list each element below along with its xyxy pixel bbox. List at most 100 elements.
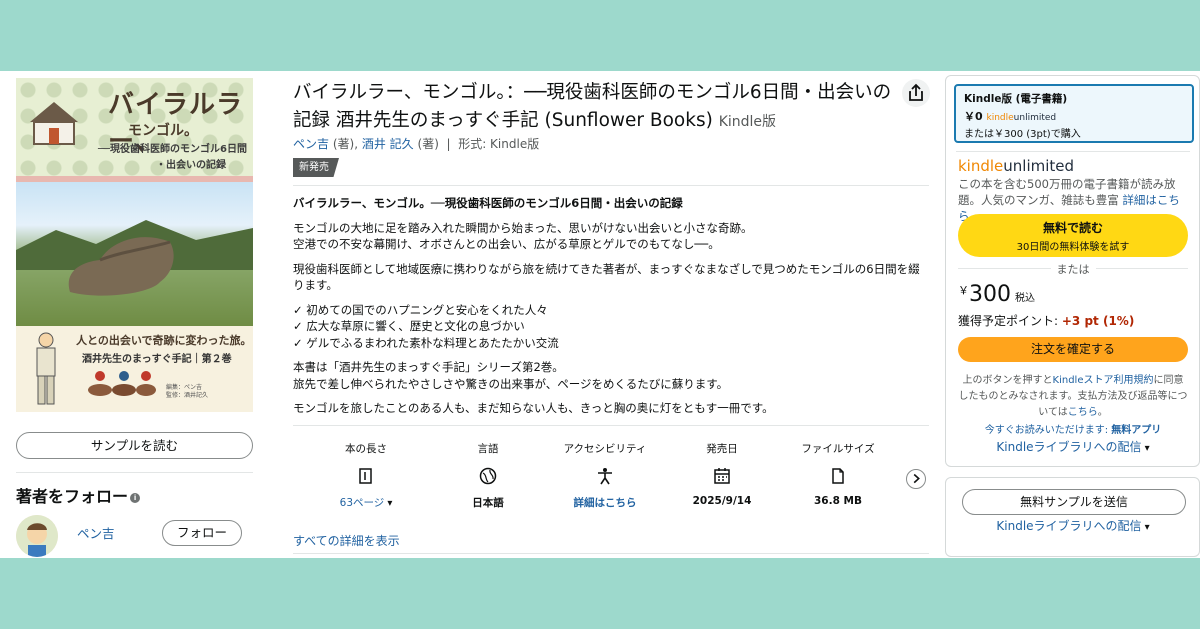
- read-sample-button[interactable]: サンプルを読む: [16, 432, 253, 459]
- author-link-1[interactable]: ペン吉: [293, 137, 329, 151]
- description-paragraph: 本書は「酒井先生のまっすぐ手記」シリーズ第2巻。 旅先で差し伸べられたやさしさや驚…: [293, 359, 929, 392]
- description-line: 本書は「酒井先生のまっすぐ手記」シリーズ第2巻。: [293, 360, 564, 374]
- divider: [293, 553, 929, 554]
- kindle-unlimited-logo: kindleunlimited: [958, 157, 1074, 175]
- ku-kindle-text: kindle: [986, 113, 1014, 123]
- follow-author-heading: 著者をフォロー i: [16, 483, 141, 507]
- spec-label: アクセシビリティ: [563, 443, 647, 455]
- spec-label: 言語: [477, 443, 499, 455]
- spec-label: 本の長さ: [345, 443, 387, 455]
- confirm-order-button[interactable]: 注文を確定する: [958, 337, 1188, 362]
- spec-value: 63ページ: [339, 497, 385, 509]
- cover-footer: 人との出会いで奇跡に変わった旅。 酒井先生のまっすぐ手記｜第２巻 編集：ペン吉 …: [16, 326, 253, 412]
- cover-subtitle-2: ・出会いの記録: [156, 160, 226, 171]
- free-app-notice: 今すぐお読みいただけます: 無料アプリ: [958, 421, 1188, 436]
- cover-photo: [16, 182, 253, 326]
- accessibility-icon: [598, 468, 612, 485]
- description-paragraph: モンゴルを旅したことのある人も、まだ知らない人も、きっと胸の奥に灯をともす一冊で…: [293, 401, 774, 415]
- terms-text: 。: [1097, 407, 1108, 418]
- share-button[interactable]: [902, 79, 930, 107]
- chevron-down-icon: ▾: [1144, 522, 1150, 533]
- product-page: バイラルラー、 モンゴル。 ──現役歯科医師のモンゴル6日間 ・出会いの記録 人…: [0, 71, 1200, 558]
- accessibility-details-link[interactable]: 詳細はこちら: [550, 495, 660, 510]
- description-heading: バイラルラー、モンゴル。──現役歯科医師のモンゴル6日間・出会いの記録: [293, 196, 683, 210]
- book-length-icon: [359, 468, 372, 484]
- divider: [293, 185, 929, 186]
- book-cover-image[interactable]: バイラルラー、 モンゴル。 ──現役歯科医師のモンゴル6日間 ・出会いの記録 人…: [16, 78, 253, 412]
- price-value: 300: [969, 282, 1011, 307]
- share-icon: [909, 83, 923, 101]
- ku-unlimited-text: unlimited: [1003, 157, 1075, 175]
- product-specs: 本の長さ 63ページ ▾ 言語 日本語 アクセシビリティ 詳細はこちら 発売日 2…: [293, 441, 903, 511]
- price-currency: ￥: [958, 284, 969, 297]
- spec-value: 36.8 MB: [813, 495, 862, 507]
- product-format-suffix: Kindle版: [718, 114, 777, 130]
- deliver-sample-dropdown[interactable]: Kindleライブラリへの配信 ▾: [958, 517, 1188, 534]
- free-app-text: 今すぐお読みいただけます:: [984, 425, 1109, 436]
- terms-notice: 上のボタンを押すとKindleストア利用規約に同意したものとみなされます。支払方…: [958, 373, 1188, 421]
- deliver-to-library-dropdown[interactable]: Kindleライブラリへの配信 ▾: [958, 438, 1188, 455]
- spec-file-size: ファイルサイズ 36.8 MB: [783, 441, 893, 507]
- terms-text: 上のボタンを押すと: [962, 375, 1053, 386]
- bullet-item: ✓ 広大な草原に響く、歴史と文化の息づかい: [293, 319, 525, 333]
- follow-button[interactable]: フォロー: [162, 520, 242, 546]
- format-option-kindle[interactable]: Kindle版 (電子書籍) ￥0 kindleunlimited または￥30…: [954, 84, 1194, 143]
- author-name-link[interactable]: ペン吉: [77, 523, 115, 542]
- ku-kindle-text: kindle: [958, 157, 1004, 175]
- product-title: バイラルラー、モンゴル。：──現役歯科医師のモンゴル6日間・出会いの記録 酒井先…: [293, 79, 893, 136]
- author-link-2[interactable]: 酒井 記久: [362, 137, 414, 151]
- description-bullets: ✓ 初めての国でのハプニングと安心をくれた人々 ✓ 広大な草原に響く、歴史と文化…: [293, 302, 929, 352]
- book-length-value[interactable]: 63ページ ▾: [311, 495, 421, 510]
- format-option-title: Kindle版 (電子書籍): [964, 93, 1068, 105]
- bullet-item: ✓ 初めての国でのハプニングと安心をくれた人々: [293, 302, 548, 317]
- divider: [293, 425, 929, 426]
- chevron-down-icon: ▾: [387, 498, 393, 509]
- cover-supervisor: 監修：酒井記久: [166, 392, 209, 399]
- deliver-label: Kindleライブラリへの配信: [996, 440, 1142, 454]
- description-line: モンゴルの大地に足を踏み入れた瞬間から始まった、思いがけない出会いと小さな奇跡。: [293, 220, 753, 235]
- points-value: +3 pt (1%): [1061, 314, 1135, 328]
- author-role-2: (著): [417, 137, 439, 151]
- file-icon: [832, 468, 844, 484]
- chevron-right-icon: [913, 473, 920, 484]
- payment-returns-link[interactable]: こちら: [1068, 407, 1098, 418]
- ku-unlimited-text: unlimited: [1013, 113, 1057, 123]
- follow-author-label: 著者をフォロー: [16, 487, 129, 506]
- spec-book-length: 本の長さ 63ページ ▾: [311, 441, 421, 510]
- divider: [16, 472, 253, 473]
- info-icon[interactable]: i: [130, 492, 141, 503]
- cover-title-2: モンゴル。: [128, 123, 198, 139]
- bullet-item: ✓ ゲルでふるまわれた素朴な料理とあたたかい交流: [293, 335, 559, 350]
- read-free-label: 無料で読む: [1042, 221, 1103, 235]
- format-price: ￥0: [964, 110, 983, 123]
- kindle-store-terms-link[interactable]: Kindleストア利用規約: [1053, 375, 1154, 386]
- yurt-icon: [30, 102, 78, 145]
- description-line: 空港での不安な幕開け、オボさんとの出会い、広がる草原とゲルでのもてなし──。: [293, 237, 720, 251]
- calendar-icon: [714, 468, 730, 484]
- send-free-sample-button[interactable]: 無料サンプルを送信: [962, 489, 1186, 515]
- spec-release-date: 発売日 2025/9/14: [667, 441, 777, 507]
- divider: [956, 151, 1190, 152]
- price: ￥300 税込: [958, 282, 1035, 307]
- format-option-price: ￥0 kindleunlimited: [964, 108, 1184, 124]
- see-all-details-link[interactable]: すべての詳細を表示: [293, 532, 400, 549]
- cover-header: バイラルラー、 モンゴル。 ──現役歯科医師のモンゴル6日間 ・出会いの記録: [16, 78, 253, 182]
- kindle-unlimited-mini-logo: kindleunlimited: [987, 113, 1057, 123]
- specs-next-button[interactable]: [906, 469, 926, 489]
- author-avatar[interactable]: [16, 515, 58, 557]
- spec-accessibility: アクセシビリティ 詳細はこちら: [550, 441, 660, 510]
- cover-subtitle: ──現役歯科医師のモンゴル6日間: [98, 144, 247, 155]
- riders-illustration: [88, 371, 156, 396]
- free-app-link[interactable]: 無料アプリ: [1111, 425, 1161, 436]
- new-release-badge: 新発売: [293, 158, 339, 177]
- product-title-text: バイラルラー、モンゴル。：──現役歯科医師のモンゴル6日間・出会いの記録 酒井先…: [293, 82, 892, 131]
- description-paragraph: モンゴルの大地に足を踏み入れた瞬間から始まった、思いがけない出会いと小さな奇跡。…: [293, 220, 929, 253]
- read-free-button[interactable]: 無料で読む 30日間の無料体験を試す: [958, 214, 1188, 257]
- or-text: または: [1050, 263, 1096, 276]
- deliver-label: Kindleライブラリへの配信: [996, 519, 1142, 533]
- or-separator: または: [958, 261, 1188, 277]
- chevron-down-icon: ▾: [1144, 443, 1150, 454]
- spec-label: ファイルサイズ: [801, 443, 875, 455]
- spec-value: 日本語: [472, 497, 504, 509]
- byline: ペン吉 (著), 酒井 記久 (著) | 形式: Kindle版: [293, 137, 540, 151]
